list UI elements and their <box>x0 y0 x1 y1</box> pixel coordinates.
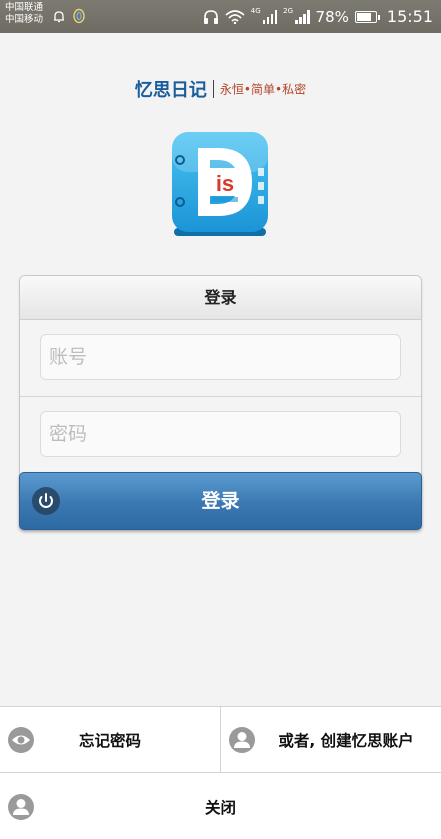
network-type-2: 2G <box>283 6 294 15</box>
app-notification-icon <box>73 8 85 24</box>
app-slogan: 永恒•简单•私密 <box>219 82 307 97</box>
create-account-button[interactable]: 或者, 创建忆思账户 <box>221 707 441 773</box>
power-icon <box>32 487 60 515</box>
account-row <box>20 320 421 397</box>
user-icon <box>8 793 34 820</box>
login-card-title: 登录 <box>20 276 421 320</box>
login-button[interactable]: 登录 <box>19 472 422 530</box>
carrier-1: 中国联通 <box>5 2 44 13</box>
close-button[interactable]: 关闭 <box>0 773 441 839</box>
carrier-names: 中国联通 中国移动 <box>5 2 43 26</box>
signal-icon <box>262 9 278 24</box>
brand-header: 忆思日记 永恒•简单•私密 <box>0 76 441 102</box>
network-type-1: 4G <box>250 6 261 15</box>
password-input[interactable] <box>40 411 401 457</box>
eye-icon <box>8 726 34 753</box>
close-label: 关闭 <box>204 798 236 817</box>
signal-icon <box>295 9 310 24</box>
bottom-action-sheet: 忘记密码 或者, 创建忆思账户 关闭 <box>0 706 441 839</box>
carrier-2: 中国移动 <box>5 14 44 25</box>
app-name: 忆思日记 <box>134 80 207 101</box>
password-row <box>20 397 421 473</box>
battery-percentage: 78% <box>315 7 349 26</box>
account-input[interactable] <box>40 334 401 380</box>
headphones-icon <box>203 9 218 24</box>
app-logo-icon: is <box>172 132 268 236</box>
login-button-label: 登录 <box>201 490 240 512</box>
wifi-icon <box>225 9 245 24</box>
user-icon <box>229 726 255 753</box>
clock: 15:51 <box>386 7 433 26</box>
notification-bell-icon <box>54 11 64 23</box>
battery-icon <box>354 10 380 23</box>
forgot-password-button[interactable]: 忘记密码 <box>0 707 221 773</box>
brand-divider <box>212 80 214 98</box>
svg-text:is: is <box>216 171 234 196</box>
status-bar: 中国联通 中国移动 4G 2G 78% 15:51 <box>0 0 441 33</box>
